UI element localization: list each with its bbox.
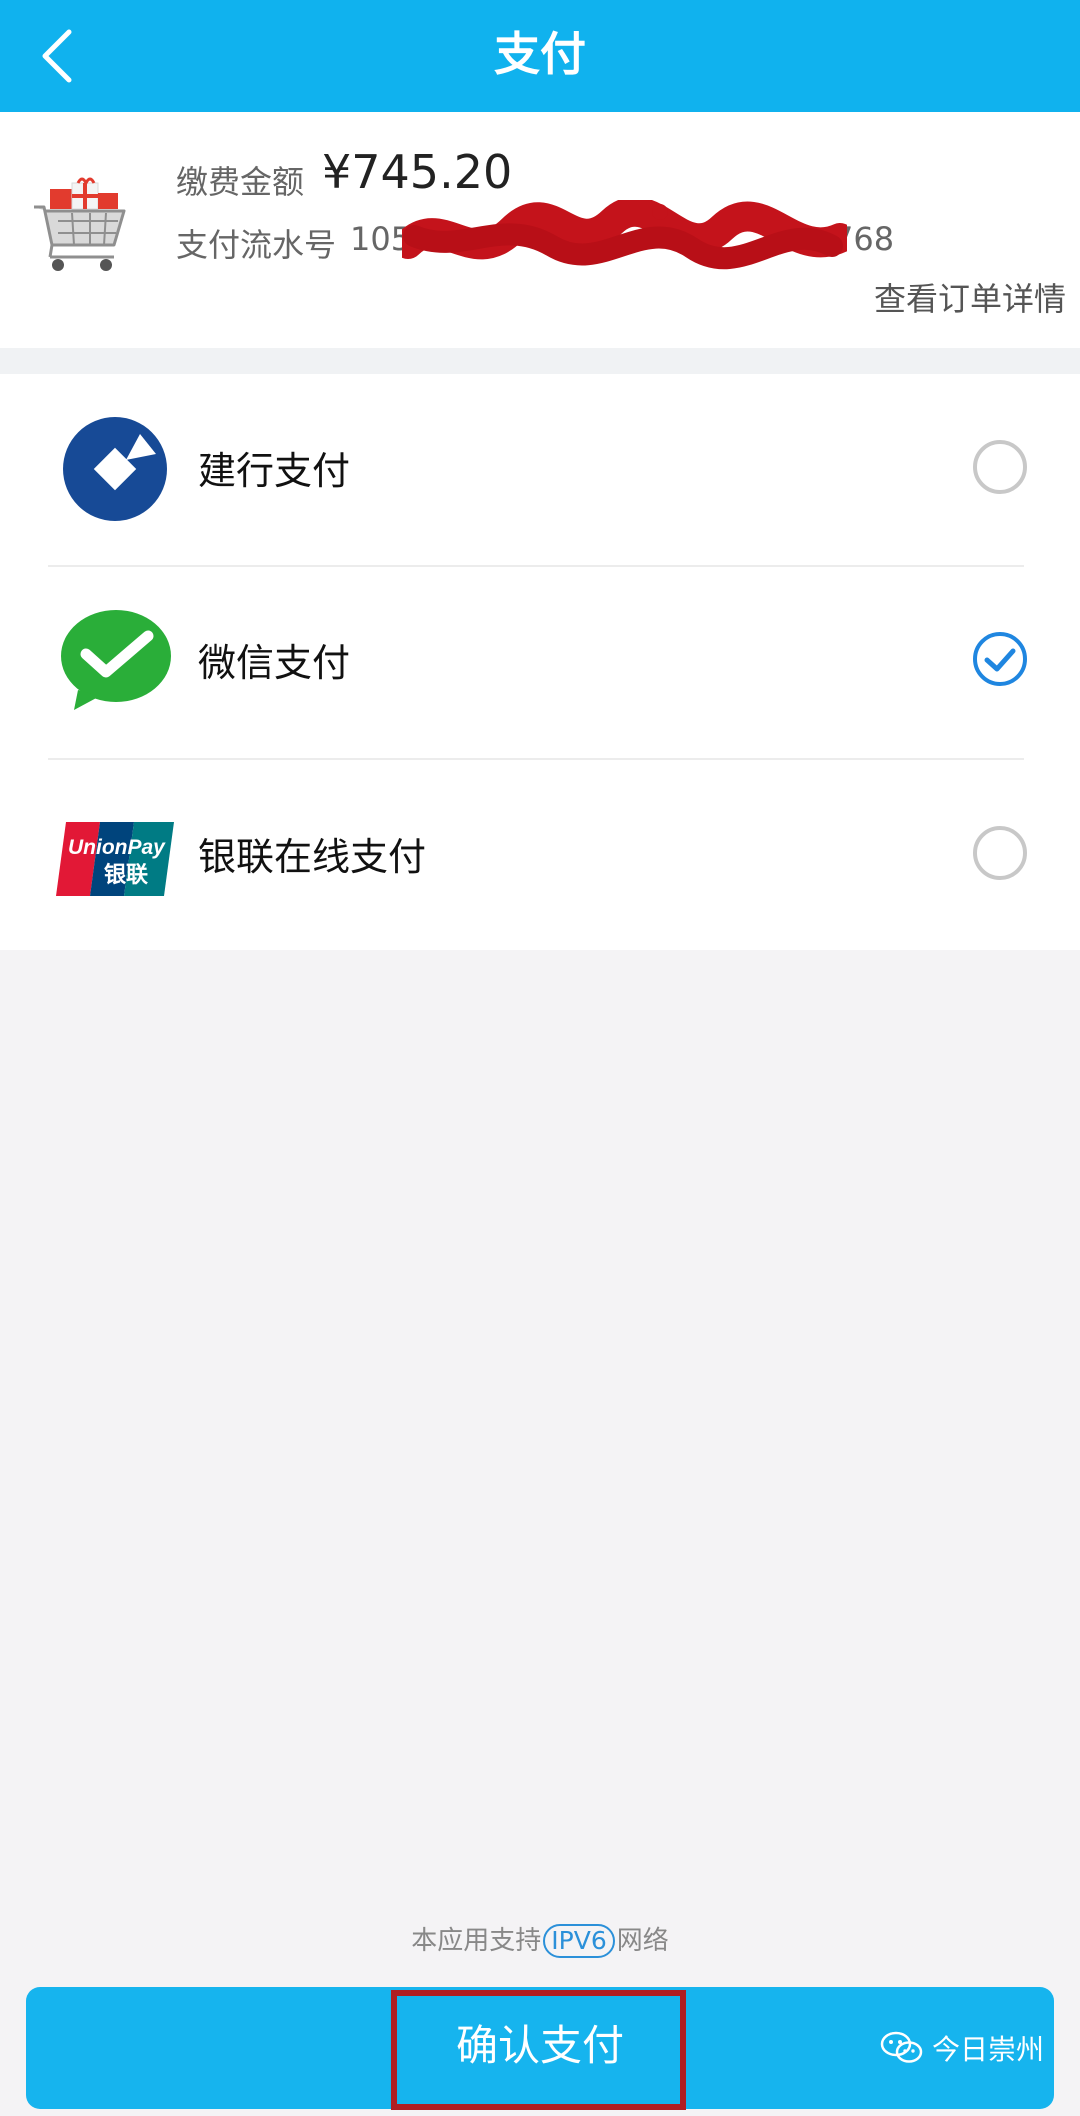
unionpay-logo-chinese: 银联 [104,863,148,888]
radio-unchecked-icon[interactable] [972,439,1028,495]
unionpay-logo-icon: UnionPay 银联 [56,822,174,896]
order-summary: 缴费金额 ¥745.20 支付流水号 105 768 查看订单详情 [0,112,1080,348]
wechat-official-account-icon [880,2031,923,2063]
radio-checked-icon[interactable] [972,631,1028,687]
payment-method-label: 微信支付 [198,641,351,685]
ipv6-badge: IPV6 [543,1924,615,1958]
amount-label: 缴费金额 [176,163,305,201]
ipv6-support-note: 本应用支持 IPV6 网络 [0,1920,1080,1958]
top-bar: 支付 [0,0,1080,112]
payment-method-ccb[interactable]: 建行支付 [0,374,1080,564]
payment-method-wechat[interactable]: 微信支付 [0,566,1080,756]
redaction-scribble [402,200,847,270]
unionpay-logo-latin: UnionPay [68,836,166,859]
serial-label: 支付流水号 [176,226,337,264]
watermark-text: 今日崇州 [932,2033,1045,2066]
ipv6-note-suffix: 网络 [616,1926,669,1956]
ipv6-note-prefix: 本应用支持 [411,1926,542,1956]
page-title: 支付 [494,27,586,81]
payment-method-label: 建行支付 [198,449,351,493]
ccb-bank-logo-icon [63,417,167,521]
wechat-pay-logo-icon [61,610,171,710]
watermark: 今日崇州 [880,2028,1044,2068]
payment-method-list: 建行支付 微信支付 UnionPay 银联 银联在线支付 [0,374,1080,950]
section-gap [0,348,1080,374]
payment-method-unionpay[interactable]: UnionPay 银联 银联在线支付 [0,760,1080,950]
payment-method-label: 银联在线支付 [198,835,427,879]
radio-unchecked-icon[interactable] [972,825,1028,881]
amount-value: ¥745.20 [322,145,513,199]
shopping-cart-icon [34,177,126,271]
order-detail-link[interactable]: 查看订单详情 [874,274,1066,320]
